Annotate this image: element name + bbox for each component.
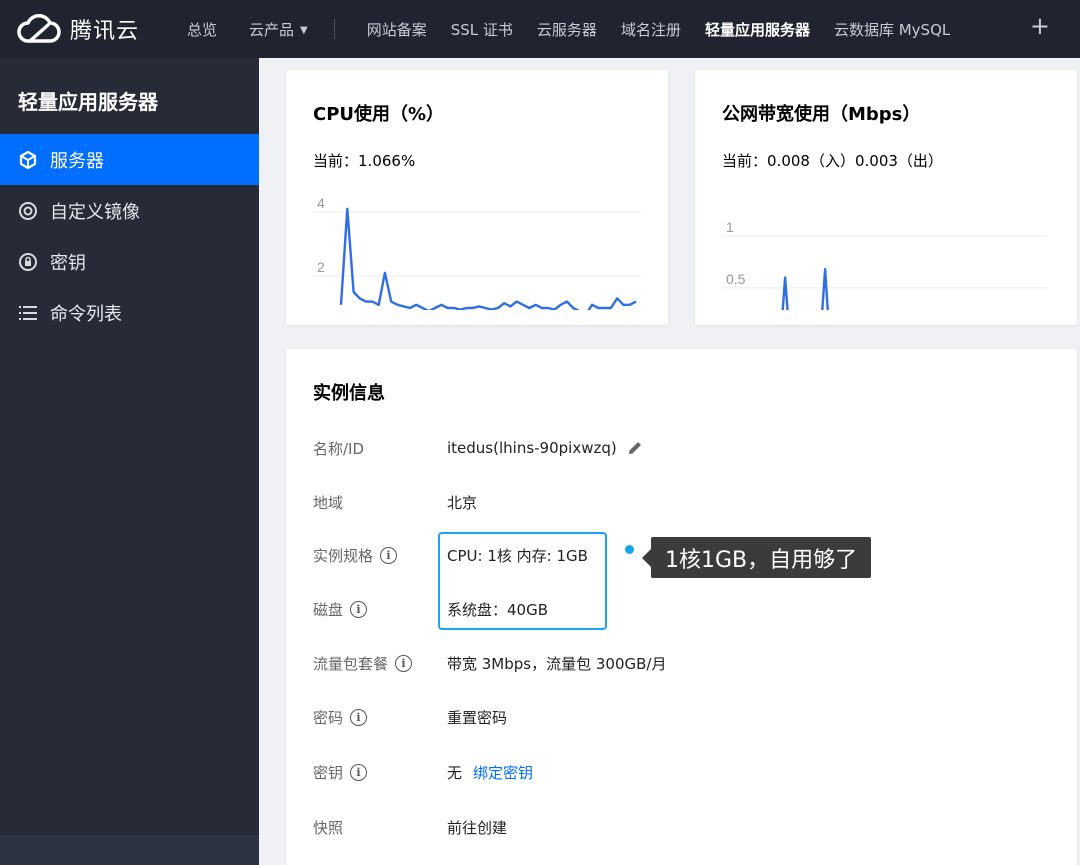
- add-shortcut-button[interactable]: +: [1030, 12, 1050, 40]
- info-icon[interactable]: i: [350, 763, 368, 781]
- key-value: 无 绑定密钥: [447, 762, 533, 783]
- sidebar-item-commands[interactable]: 命令列表: [0, 287, 259, 338]
- sidebar: 轻量应用服务器 服务器 自定义镜像 密钥 命令列表: [0, 58, 259, 865]
- y-tick-label: 4: [317, 195, 325, 211]
- nav-overview[interactable]: 总览: [187, 19, 217, 40]
- sidebar-item-label: 命令列表: [50, 303, 122, 325]
- sidebar-item-label: 自定义镜像: [50, 201, 140, 223]
- info-row-name: 名称/ID itedus(lhins-90pixwzq): [313, 436, 643, 460]
- bind-key-link[interactable]: 绑定密钥: [473, 762, 533, 783]
- reset-password-link[interactable]: 重置密码: [447, 707, 507, 728]
- y-tick-label: 1: [726, 219, 734, 235]
- list-icon: [18, 303, 38, 323]
- info-label: 地域: [313, 493, 344, 512]
- nav-item-icp[interactable]: 网站备案: [367, 19, 427, 40]
- key-icon: [18, 252, 38, 272]
- cpu-current: 当前：1.066%: [313, 150, 415, 171]
- series-line: [339, 207, 637, 310]
- chevron-down-icon: ▼: [300, 24, 308, 36]
- brand-name: 腾讯云: [70, 19, 140, 44]
- instance-info-card: 实例信息 名称/ID itedus(lhins-90pixwzq) 地域 北京 …: [286, 349, 1077, 865]
- info-label: 磁盘 i: [313, 599, 447, 620]
- sidebar-item-label: 服务器: [50, 150, 104, 172]
- nav-products-label: 云产品: [249, 20, 295, 39]
- region-value: 北京: [447, 493, 478, 512]
- info-icon[interactable]: i: [350, 600, 368, 618]
- top-nav: 总览 云产品 ▼ 网站备案 SSL 证书 云服务器 域名注册 轻量应用服务器 云数…: [184, 0, 1080, 58]
- sidebar-item-keys[interactable]: 密钥: [0, 236, 259, 287]
- bandwidth-line-chart: 0.5112:2112:3312:4512:5713:09: [722, 219, 1047, 310]
- sidebar-item-label: 密钥: [50, 252, 86, 274]
- sidebar-title: 轻量应用服务器: [18, 90, 158, 114]
- y-tick-label: 2: [317, 259, 325, 275]
- sidebar-item-servers[interactable]: 服务器: [0, 134, 259, 185]
- nav-products[interactable]: 云产品 ▼: [249, 19, 308, 40]
- disc-icon: [18, 201, 38, 221]
- instance-info-title: 实例信息: [313, 383, 385, 404]
- nav-divider: [333, 19, 335, 39]
- info-icon[interactable]: i: [380, 546, 398, 564]
- info-row-password: 密码 i 重置密码: [313, 705, 507, 729]
- cpu-line-chart: 2412:2112:3312:4512:5713:09: [313, 195, 641, 310]
- brand-logo[interactable]: 腾讯云: [16, 13, 184, 45]
- highlight-box: [438, 532, 607, 630]
- cloud-logo-icon: [16, 13, 62, 45]
- spec-label: 实例规格: [313, 546, 374, 565]
- bandwidth-current-label: 当前：: [722, 152, 768, 170]
- cpu-current-value: 1.066%: [358, 152, 416, 170]
- sidebar-footer: [0, 835, 259, 865]
- edit-pencil-icon[interactable]: [627, 440, 643, 456]
- bandwidth-card-title: 公网带宽使用（Mbps）: [722, 104, 921, 125]
- info-label: 密钥 i: [313, 762, 447, 783]
- nav-item-domain[interactable]: 域名注册: [621, 19, 681, 40]
- info-value: itedus(lhins-90pixwzq): [447, 439, 643, 457]
- info-row-key: 密钥 i 无 绑定密钥: [313, 760, 533, 784]
- sidebar-item-custom-image[interactable]: 自定义镜像: [0, 185, 259, 236]
- cpu-usage-card: CPU使用（%） 当前：1.066% 2412:2112:3312:4512:5…: [286, 70, 668, 325]
- traffic-value: 带宽 3Mbps，流量包 300GB/月: [447, 654, 667, 673]
- cpu-card-title: CPU使用（%）: [313, 104, 445, 125]
- nav-item-lighthouse[interactable]: 轻量应用服务器: [705, 19, 810, 40]
- info-icon[interactable]: i: [395, 654, 413, 672]
- disk-label: 磁盘: [313, 600, 344, 619]
- series-line: [781, 267, 829, 310]
- info-row-traffic: 流量包套餐 i 带宽 3Mbps，流量包 300GB/月: [313, 651, 666, 675]
- info-label: 流量包套餐 i: [313, 653, 447, 674]
- annotation-dot: [625, 545, 634, 554]
- info-label: 密码 i: [313, 707, 447, 728]
- bandwidth-current: 当前：0.008（入）0.003（出）: [722, 150, 943, 171]
- y-tick-label: 0.5: [726, 271, 746, 287]
- info-label: 快照: [313, 818, 344, 837]
- cube-icon: [18, 150, 38, 170]
- cpu-current-label: 当前：: [313, 152, 359, 170]
- password-label: 密码: [313, 708, 344, 727]
- create-snapshot-link[interactable]: 前往创建: [447, 817, 507, 838]
- info-icon[interactable]: i: [350, 708, 368, 726]
- key-label: 密钥: [313, 763, 344, 782]
- nav-item-cvm[interactable]: 云服务器: [537, 19, 597, 40]
- annotation-callout: 1核1GB，自用够了: [641, 537, 872, 578]
- nav-item-mysql[interactable]: 云数据库 MySQL: [834, 19, 950, 40]
- key-none-text: 无: [447, 763, 463, 782]
- bandwidth-usage-card: 公网带宽使用（Mbps） 当前：0.008（入）0.003（出） 0.5112:…: [695, 70, 1077, 325]
- info-row-region: 地域 北京: [313, 490, 477, 514]
- info-row-snapshot: 快照 前往创建: [313, 815, 507, 839]
- info-label: 名称/ID: [313, 439, 365, 458]
- info-label: 实例规格 i: [313, 545, 447, 566]
- instance-name-value: itedus(lhins-90pixwzq): [447, 439, 617, 457]
- nav-item-ssl[interactable]: SSL 证书: [451, 19, 513, 40]
- traffic-label: 流量包套餐: [313, 654, 389, 673]
- bandwidth-current-value: 0.008（入）0.003（出）: [767, 152, 943, 170]
- top-navbar: 腾讯云 总览 云产品 ▼ 网站备案 SSL 证书 云服务器 域名注册 轻量应用服务…: [0, 0, 1080, 58]
